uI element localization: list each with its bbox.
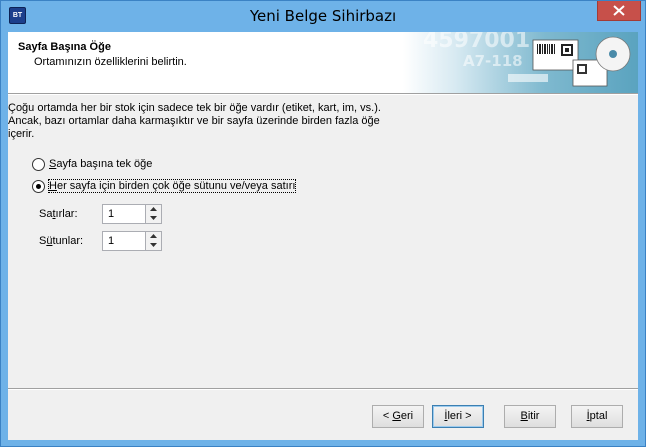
close-icon <box>613 5 625 16</box>
columns-value[interactable]: 1 <box>108 235 114 247</box>
columns-up-button[interactable] <box>146 232 161 241</box>
window-title: Yeni Belge Sihirbazı <box>249 7 397 25</box>
radio-label: Sayfa başına tek öğe <box>49 158 153 170</box>
columns-spinbox[interactable]: 1 <box>102 231 162 251</box>
arrow-up-icon <box>150 234 157 238</box>
description-line: Çoğu ortamda her bir stok için sadece te… <box>8 102 381 114</box>
columns-label: Sütunlar: <box>39 235 84 247</box>
rows-down-button[interactable] <box>146 214 161 223</box>
description-line: içerir. <box>8 128 35 140</box>
close-button[interactable] <box>597 1 641 21</box>
rows-label: Satırlar: <box>39 208 78 220</box>
rows-spin-buttons <box>145 205 161 223</box>
columns-down-button[interactable] <box>146 241 161 250</box>
header-banner-image: 4597001 A7-118 <box>403 32 638 93</box>
back-button[interactable]: < Geri <box>372 405 424 428</box>
rows-value[interactable]: 1 <box>108 208 114 220</box>
wizard-window: BT Yeni Belge Sihirbazı 4597001 A7-118 S… <box>0 0 646 447</box>
radio-label: Her sayfa için birden çok öğe sütunu ve/… <box>47 179 297 193</box>
columns-spin-buttons <box>145 232 161 250</box>
title-bar[interactable]: BT Yeni Belge Sihirbazı <box>1 1 645 31</box>
footer-divider <box>8 388 638 390</box>
radio-multiple-items[interactable]: Her sayfa için birden çok öğe sütunu ve/… <box>32 179 297 193</box>
cancel-button[interactable]: İptal <box>571 405 623 428</box>
dialog-body: 4597001 A7-118 Sayfa Başına Öğe Ortamını… <box>8 32 638 440</box>
arrow-up-icon <box>150 207 157 211</box>
header-subtitle: Ortamınızın özelliklerini belirtin. <box>34 56 187 68</box>
arrow-down-icon <box>150 216 157 220</box>
next-button[interactable]: İleri > <box>432 405 484 428</box>
radio-button[interactable] <box>32 157 45 171</box>
wizard-header: 4597001 A7-118 Sayfa Başına Öğe Ortamını… <box>8 32 638 93</box>
rows-spinbox[interactable]: 1 <box>102 204 162 224</box>
header-title: Sayfa Başına Öğe <box>18 41 111 53</box>
radio-button-selected[interactable] <box>32 179 45 193</box>
description-line: Ancak, bazı ortamlar daha karmaşıktır ve… <box>8 115 380 127</box>
radio-single-item[interactable]: Sayfa başına tek öğe <box>32 157 152 171</box>
rows-up-button[interactable] <box>146 205 161 214</box>
finish-button[interactable]: Bitir <box>504 405 556 428</box>
description-text: Çoğu ortamda her bir stok için sadece te… <box>8 102 428 141</box>
header-divider <box>8 93 638 95</box>
arrow-down-icon <box>150 243 157 247</box>
